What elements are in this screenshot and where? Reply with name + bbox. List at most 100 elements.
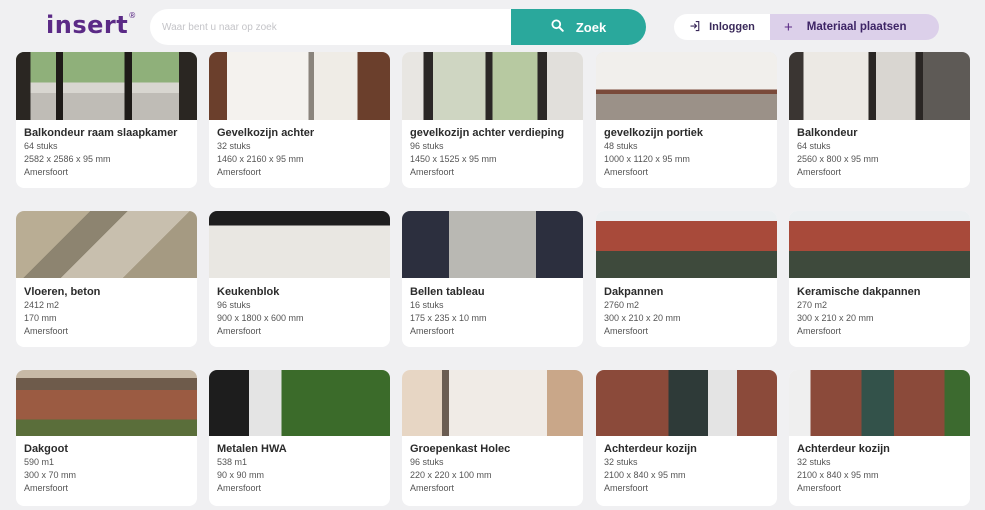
material-title: Balkondeur raam slaapkamer xyxy=(24,127,178,139)
search-input[interactable] xyxy=(162,17,502,37)
material-card[interactable]: gevelkozijn achter verdieping 96 stuks 1… xyxy=(402,52,583,188)
material-title: gevelkozijn portiek xyxy=(604,127,704,139)
material-photo xyxy=(402,370,583,436)
material-quantity: 32 stuks xyxy=(217,141,251,151)
material-title: Achterdeur kozijn xyxy=(797,443,890,455)
material-quantity: 32 stuks xyxy=(604,457,638,467)
material-quantity: 32 stuks xyxy=(797,457,831,467)
material-card[interactable]: Keukenblok 96 stuks 900 x 1800 x 600 mm … xyxy=(209,211,390,347)
material-photo xyxy=(16,211,197,278)
material-title: Achterdeur kozijn xyxy=(604,443,697,455)
material-photo xyxy=(596,370,777,436)
material-dimensions: 900 x 1800 x 600 mm xyxy=(217,313,304,323)
material-location: Amersfoort xyxy=(604,483,649,493)
material-location: Amersfoort xyxy=(797,326,842,336)
material-dimensions: 170 mm xyxy=(24,313,57,323)
material-card[interactable]: Achterdeur kozijn 32 stuks 2100 x 840 x … xyxy=(596,370,777,506)
material-title: Balkondeur xyxy=(797,127,858,139)
search-button-label: Zoek xyxy=(575,19,607,35)
material-location: Amersfoort xyxy=(24,483,69,493)
material-photo xyxy=(209,52,390,120)
material-title: Vloeren, beton xyxy=(24,286,101,298)
material-location: Amersfoort xyxy=(410,483,455,493)
material-location: Amersfoort xyxy=(217,167,262,177)
search-icon xyxy=(551,19,564,35)
material-dimensions: 1460 x 2160 x 95 mm xyxy=(217,154,304,164)
material-location: Amersfoort xyxy=(604,326,649,336)
material-quantity: 96 stuks xyxy=(217,300,251,310)
material-quantity: 96 stuks xyxy=(410,141,444,151)
material-photo xyxy=(16,52,197,120)
material-photo xyxy=(789,370,970,436)
material-dimensions: 1450 x 1525 x 95 mm xyxy=(410,154,497,164)
material-card[interactable]: Dakpannen 2760 m2 300 x 210 x 20 mm Amer… xyxy=(596,211,777,347)
material-quantity: 64 stuks xyxy=(797,141,831,151)
material-photo xyxy=(402,211,583,278)
plus-icon: + xyxy=(784,18,793,36)
material-photo xyxy=(402,52,583,120)
site-logo[interactable]: insert® xyxy=(46,11,137,39)
material-photo xyxy=(789,211,970,278)
material-card[interactable]: Balkondeur 64 stuks 2560 x 800 x 95 mm A… xyxy=(789,52,970,188)
material-quantity: 96 stuks xyxy=(410,457,444,467)
material-grid: Balkondeur raam slaapkamer 64 stuks 2582… xyxy=(0,0,985,510)
material-title: Dakgoot xyxy=(24,443,68,455)
material-dimensions: 300 x 210 x 20 mm xyxy=(797,313,874,323)
material-location: Amersfoort xyxy=(410,326,455,336)
material-location: Amersfoort xyxy=(217,326,262,336)
material-dimensions: 2100 x 840 x 95 mm xyxy=(604,470,686,480)
material-title: Keramische dakpannen xyxy=(797,286,921,298)
material-card[interactable]: Bellen tableau 16 stuks 175 x 235 x 10 m… xyxy=(402,211,583,347)
material-dimensions: 1000 x 1120 x 95 mm xyxy=(604,154,690,164)
login-icon xyxy=(689,20,701,35)
search-button[interactable]: Zoek xyxy=(511,9,646,45)
material-photo xyxy=(596,211,777,278)
material-location: Amersfoort xyxy=(24,326,69,336)
material-dimensions: 2100 x 840 x 95 mm xyxy=(797,470,879,480)
material-card[interactable]: gevelkozijn portiek 48 stuks 1000 x 1120… xyxy=(596,52,777,188)
material-photo xyxy=(789,52,970,120)
material-dimensions: 2560 x 800 x 95 mm xyxy=(797,154,879,164)
material-dimensions: 300 x 70 mm xyxy=(24,470,77,480)
material-quantity: 16 stuks xyxy=(410,300,444,310)
material-location: Amersfoort xyxy=(797,483,842,493)
material-quantity: 2760 m2 xyxy=(604,300,640,310)
material-dimensions: 90 x 90 mm xyxy=(217,470,265,480)
site-header: insert® Zoek Inloggen + Materiaal plaats… xyxy=(0,0,985,52)
material-quantity: 590 m1 xyxy=(24,457,55,467)
logo-registered-mark: ® xyxy=(128,11,137,20)
material-location: Amersfoort xyxy=(797,167,842,177)
material-quantity: 64 stuks xyxy=(24,141,58,151)
material-photo xyxy=(209,211,390,278)
material-location: Amersfoort xyxy=(604,167,649,177)
place-material-button[interactable]: + Materiaal plaatsen xyxy=(770,14,939,40)
material-title: Bellen tableau xyxy=(410,286,485,298)
material-photo xyxy=(16,370,197,436)
material-quantity: 538 m1 xyxy=(217,457,248,467)
material-location: Amersfoort xyxy=(217,483,262,493)
material-card[interactable]: Keramische dakpannen 270 m2 300 x 210 x … xyxy=(789,211,970,347)
material-card[interactable]: Metalen HWA 538 m1 90 x 90 mm Amersfoort xyxy=(209,370,390,506)
material-title: Groepenkast Holec xyxy=(410,443,511,455)
material-title: Metalen HWA xyxy=(217,443,287,455)
material-card[interactable]: Vloeren, beton 2412 m2 170 mm Amersfoort xyxy=(16,211,197,347)
login-label: Inloggen xyxy=(709,21,755,33)
material-card[interactable]: Dakgoot 590 m1 300 x 70 mm Amersfoort xyxy=(16,370,197,506)
material-location: Amersfoort xyxy=(410,167,455,177)
material-card[interactable]: Groepenkast Holec 96 stuks 220 x 220 x 1… xyxy=(402,370,583,506)
material-dimensions: 2582 x 2586 x 95 mm xyxy=(24,154,111,164)
material-card[interactable]: Gevelkozijn achter 32 stuks 1460 x 2160 … xyxy=(209,52,390,188)
login-button[interactable]: Inloggen xyxy=(674,14,770,40)
search-bar: Zoek xyxy=(150,9,646,45)
material-location: Amersfoort xyxy=(24,167,69,177)
material-card[interactable]: Achterdeur kozijn 32 stuks 2100 x 840 x … xyxy=(789,370,970,506)
material-title: Keukenblok xyxy=(217,286,280,298)
material-title: gevelkozijn achter verdieping xyxy=(410,127,565,139)
place-material-label: Materiaal plaatsen xyxy=(806,21,907,33)
material-photo xyxy=(596,52,777,120)
material-quantity: 270 m2 xyxy=(797,300,828,310)
material-dimensions: 300 x 210 x 20 mm xyxy=(604,313,681,323)
material-card[interactable]: Balkondeur raam slaapkamer 64 stuks 2582… xyxy=(16,52,197,188)
material-quantity: 2412 m2 xyxy=(24,300,60,310)
material-quantity: 48 stuks xyxy=(604,141,638,151)
